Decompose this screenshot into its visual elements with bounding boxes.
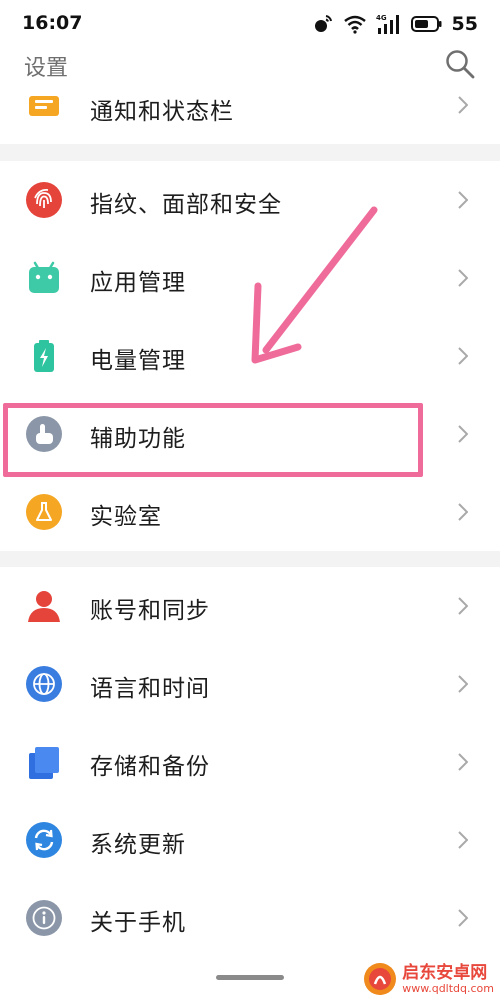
settings-item-label: 通知和状态栏	[90, 99, 234, 125]
chevron-right-icon	[458, 347, 468, 365]
notification-icon	[29, 96, 59, 116]
chevron-right-icon	[458, 269, 468, 287]
battery-icon	[34, 340, 54, 372]
update-icon	[26, 822, 62, 858]
settings-item-about[interactable]: 关于手机	[0, 879, 500, 957]
settings-item-account[interactable]: 账号和同步	[0, 567, 500, 645]
watermark-logo-icon	[364, 963, 397, 995]
settings-item-label: 语言和时间	[90, 676, 210, 702]
search-icon[interactable]	[444, 48, 476, 80]
page-header: 设置	[0, 48, 500, 97]
chevron-right-icon	[458, 425, 468, 443]
watermark-url: www.qdltdq.com	[402, 981, 494, 995]
chevron-right-icon	[458, 597, 468, 615]
settings-item-label: 电量管理	[90, 348, 186, 374]
settings-group-2: 账号和同步 语言和时间 存储和备份 系统更新 关于手机	[0, 567, 500, 957]
chevron-right-icon	[458, 675, 468, 693]
status-time: 16:07	[22, 12, 83, 34]
navigation-bar: 启东安卓网 www.qdltdq.com	[0, 955, 500, 1000]
annotation-arrow-icon	[251, 206, 378, 364]
settings-item-storage[interactable]: 存储和备份	[0, 723, 500, 801]
account-icon	[28, 591, 60, 622]
globe-icon	[26, 666, 62, 702]
settings-item-label: 账号和同步	[90, 598, 210, 624]
wifi-icon	[343, 15, 366, 34]
battery-percentage: 55	[451, 13, 478, 35]
watermark: 启东安卓网 www.qdltdq.com	[363, 962, 494, 996]
status-bar: 16:07 4G 55	[0, 0, 500, 48]
watermark-name: 启东安卓网	[402, 962, 488, 983]
chevron-right-icon	[458, 503, 468, 521]
page-title: 设置	[24, 56, 69, 81]
home-indicator[interactable]	[216, 975, 284, 980]
settings-item-label: 系统更新	[90, 832, 186, 858]
android-icon	[29, 261, 59, 293]
chevron-right-icon	[458, 96, 468, 114]
settings-item-notifications[interactable]: 通知和状态栏	[0, 96, 500, 144]
settings-item-label: 存储和备份	[90, 754, 210, 780]
info-icon	[26, 900, 62, 936]
network-type-label: 4G	[376, 14, 387, 22]
highlight-box	[3, 403, 423, 477]
status-icons: 4G 55	[312, 12, 478, 36]
settings-item-language[interactable]: 语言和时间	[0, 645, 500, 723]
cellular-signal-icon: 4G	[376, 14, 399, 34]
chevron-right-icon	[458, 191, 468, 209]
settings-item-label: 关于手机	[90, 910, 186, 936]
chevron-right-icon	[458, 831, 468, 849]
hotspot-icon	[314, 15, 332, 32]
settings-item-lab[interactable]: 实验室	[0, 473, 500, 551]
settings-item-update[interactable]: 系统更新	[0, 801, 500, 879]
battery-icon-status	[410, 16, 442, 32]
storage-icon	[29, 747, 59, 779]
flask-icon	[26, 494, 62, 530]
settings-item-label: 实验室	[90, 504, 162, 530]
fingerprint-icon	[26, 182, 62, 218]
settings-item-label: 应用管理	[90, 270, 186, 296]
chevron-right-icon	[458, 753, 468, 771]
chevron-right-icon	[458, 909, 468, 927]
